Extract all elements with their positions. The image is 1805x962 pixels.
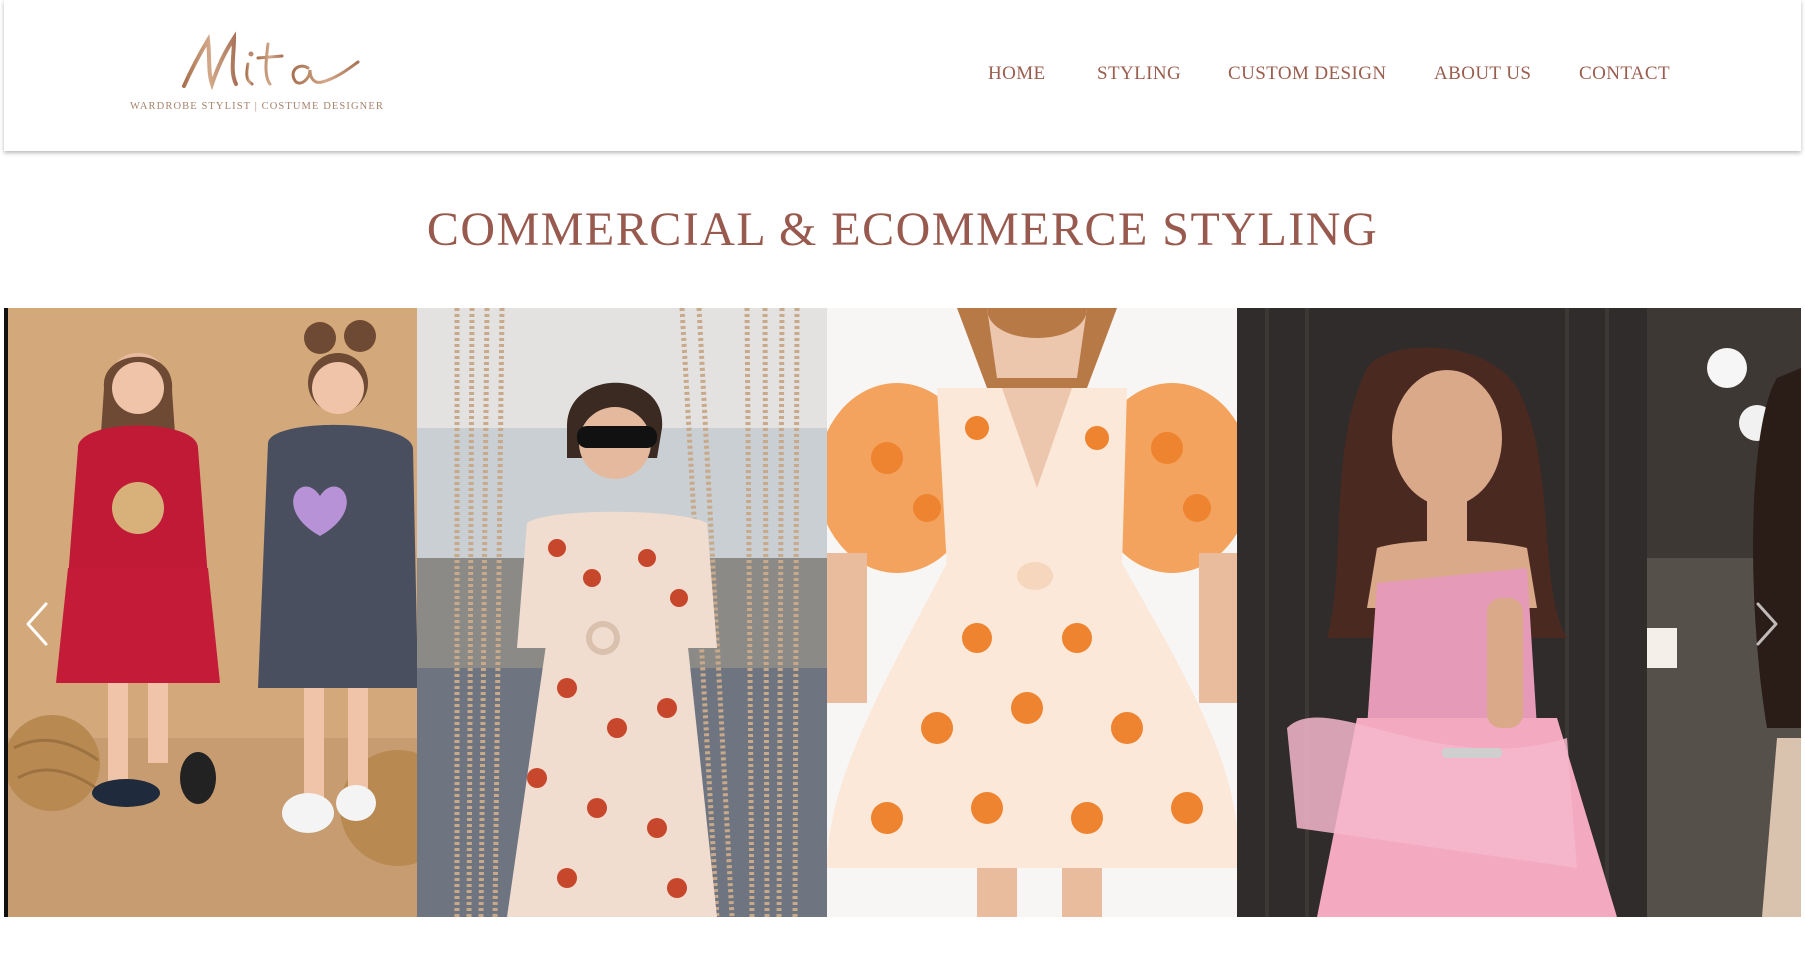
kids-photo-image	[8, 308, 417, 917]
nav-home[interactable]: HOME	[988, 63, 1046, 85]
carousel-prev-button[interactable]	[22, 600, 52, 648]
carousel-next-button[interactable]	[1752, 600, 1782, 648]
image-carousel[interactable]	[4, 308, 1801, 917]
chevron-right-icon	[1756, 602, 1778, 646]
gallery-slide-shell-print-dress[interactable]	[417, 308, 827, 917]
nav-styling[interactable]: STYLING	[1097, 63, 1181, 85]
pink-gown-photo-image	[1237, 308, 1647, 917]
nav-about-us[interactable]: ABOUT US	[1434, 63, 1531, 85]
nav-contact[interactable]: CONTACT	[1579, 63, 1670, 85]
shell-dress-photo-image	[417, 308, 827, 917]
main-navigation: HOME STYLING CUSTOM DESIGN ABOUT US CONT…	[4, 63, 1801, 91]
gallery-slide-kids-hoodie-dresses[interactable]	[8, 308, 417, 917]
nav-custom-design[interactable]: CUSTOM DESIGN	[1228, 63, 1386, 85]
page-title: COMMERCIAL & ECOMMERCE STYLING	[426, 203, 1379, 256]
gallery-slide-orange-floral-dress[interactable]	[827, 308, 1237, 917]
gallery-slide-pink-gown[interactable]	[1237, 308, 1647, 917]
chevron-left-icon	[26, 602, 48, 646]
site-header: WARDROBE STYLIST | COSTUME DESIGNER HOME…	[4, 0, 1801, 151]
orange-dress-photo-image	[827, 308, 1237, 917]
logo-tagline: WARDROBE STYLIST | COSTUME DESIGNER	[130, 101, 384, 112]
